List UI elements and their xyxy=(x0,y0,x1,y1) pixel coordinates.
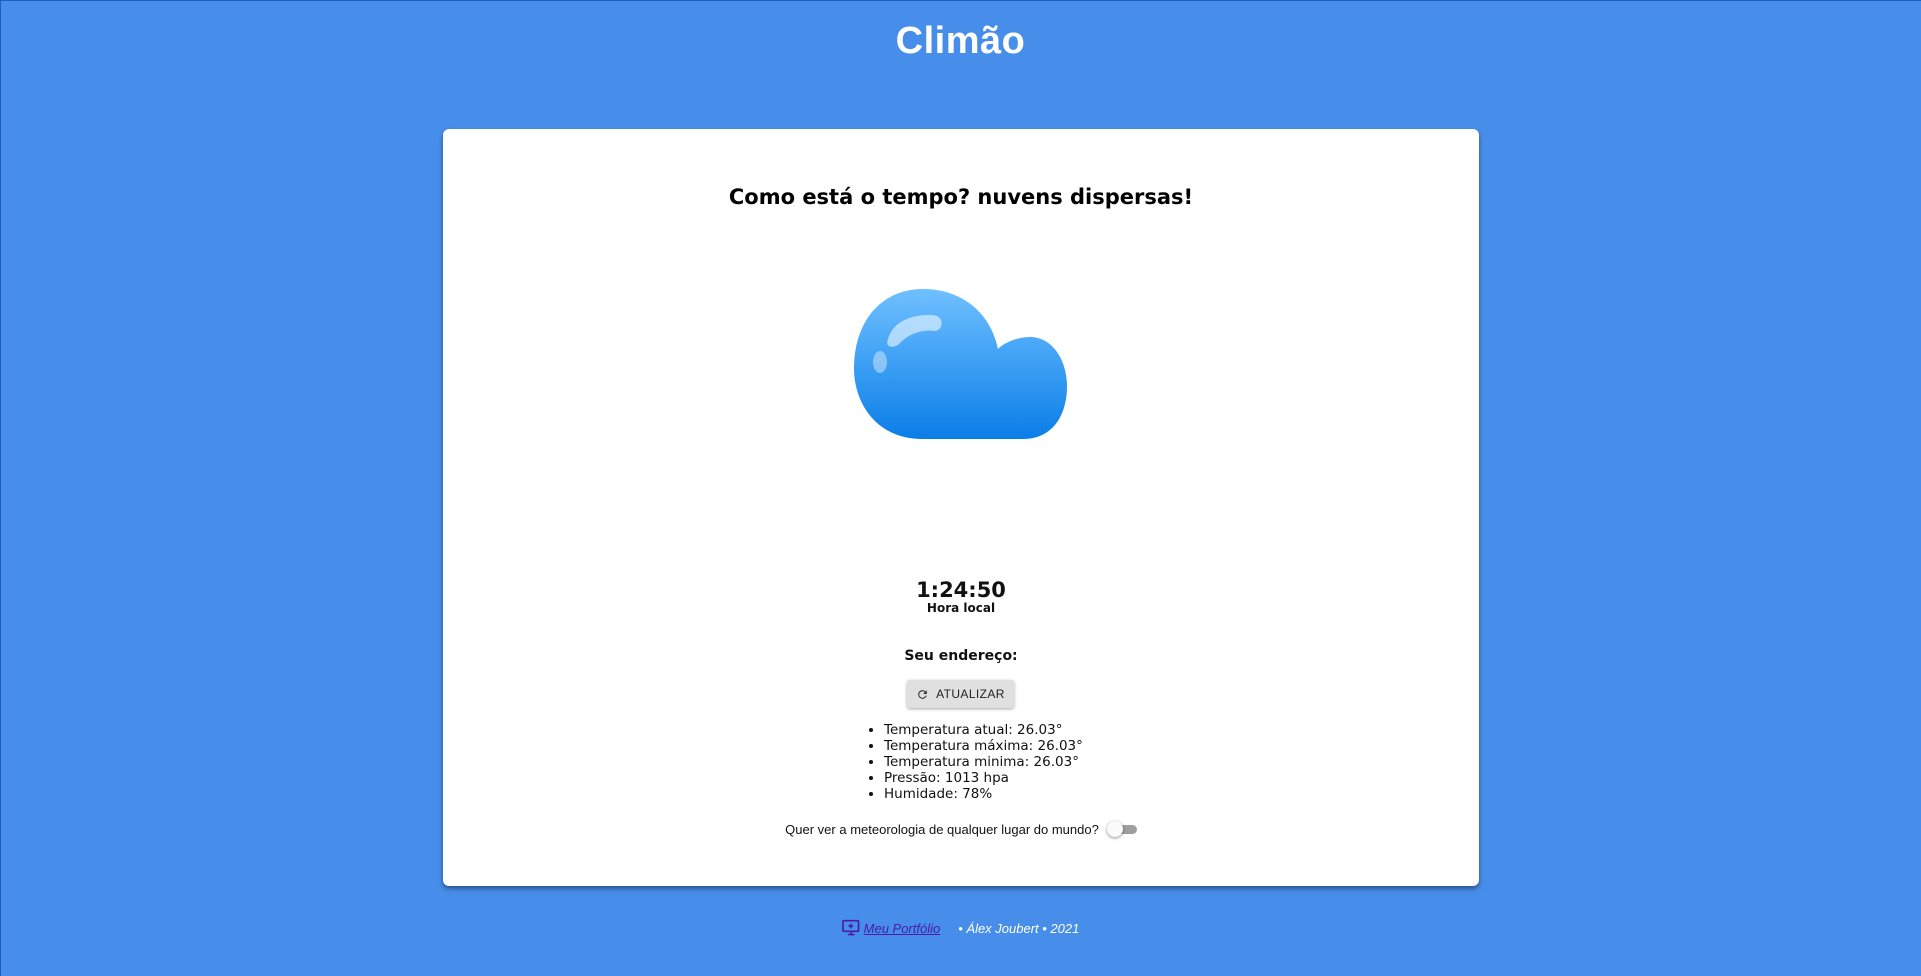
local-time: 1:24:50 xyxy=(916,578,1006,602)
toggle-thumb xyxy=(1106,821,1123,837)
weather-card: Como está o tempo? nuvens dispersas! 1:2… xyxy=(443,129,1479,886)
portfolio-link[interactable]: Meu Portfólio xyxy=(841,919,941,937)
stat-current-temperature: Temperatura atual: 26.03° xyxy=(884,722,1083,738)
app-title: Climão xyxy=(895,20,1026,62)
address-label: Seu endereço: xyxy=(904,648,1018,664)
weather-stats-list: Temperatura atual: 26.03° Temperatura má… xyxy=(884,722,1083,802)
local-time-label: Hora local xyxy=(926,601,996,615)
world-weather-toggle[interactable] xyxy=(1106,821,1137,837)
refresh-button-label: ATUALIZAR xyxy=(936,687,1005,701)
portfolio-link-label: Meu Portfólio xyxy=(863,920,941,936)
stat-pressure: Pressão: 1013 hpa xyxy=(884,770,1083,786)
stat-min-temperature: Temperatura minima: 26.03° xyxy=(884,754,1083,770)
refresh-button[interactable]: ATUALIZAR xyxy=(907,680,1014,708)
refresh-icon xyxy=(918,689,927,699)
footer-credit: • Álex Joubert • 2021 xyxy=(958,920,1080,936)
weather-heading: Como está o tempo? nuvens dispersas! xyxy=(728,185,1194,209)
world-weather-toggle-label: Quer ver a meteorologia de qualquer luga… xyxy=(785,821,1099,837)
footer: Meu Portfólio • Álex Joubert • 2021 xyxy=(0,919,1921,937)
cloud-icon xyxy=(854,289,1067,439)
world-weather-toggle-row: Quer ver a meteorologia de qualquer luga… xyxy=(443,821,1479,837)
stat-humidity: Humidade: 78% xyxy=(884,786,1083,802)
portfolio-icon xyxy=(841,919,860,936)
stat-max-temperature: Temperatura máxima: 26.03° xyxy=(884,738,1083,754)
